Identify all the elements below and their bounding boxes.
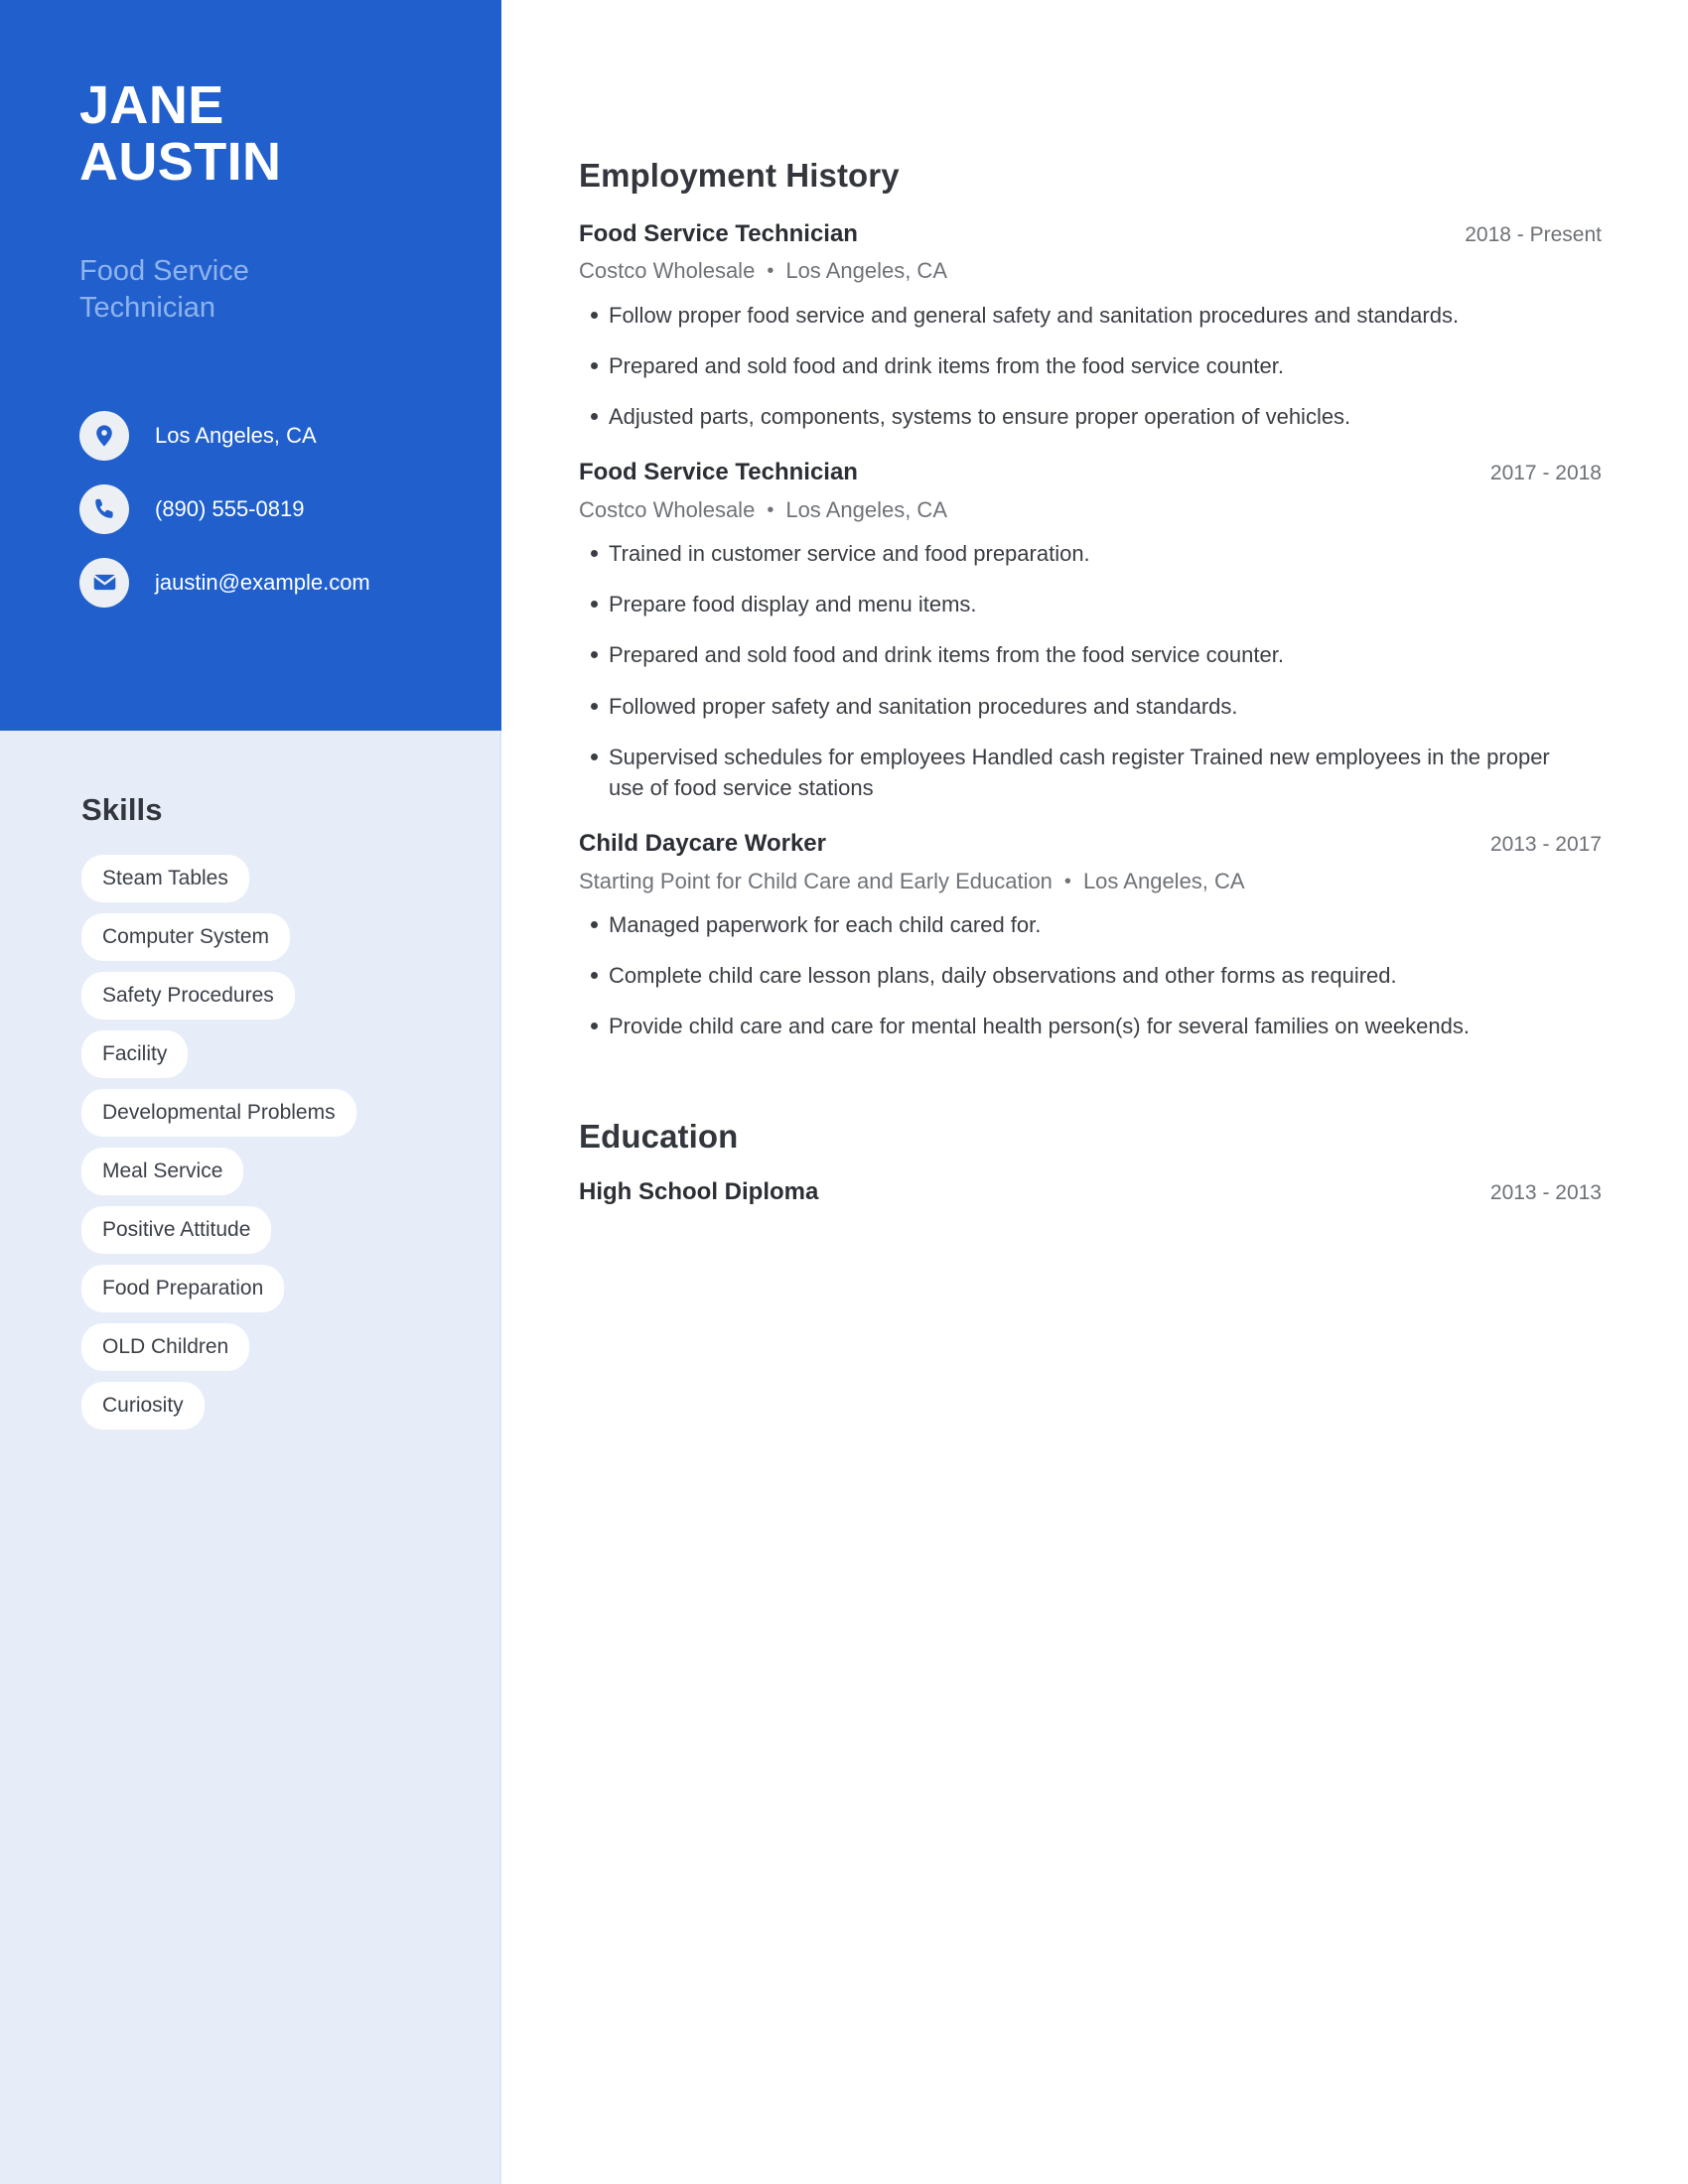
skill-item: Computer System — [81, 913, 479, 972]
skills-heading: Skills — [81, 792, 163, 827]
job-bullet-list: Managed paperwork for each child cared f… — [579, 909, 1602, 1042]
job-bullet: Follow proper food service and general s… — [579, 300, 1562, 331]
contact-phone-text: (890) 555-0819 — [155, 495, 305, 521]
job-dates: 2018 - Present — [1465, 223, 1602, 246]
job-location: Los Angeles, CA — [1082, 868, 1245, 893]
job-company: Costco Wholesale — [579, 496, 756, 522]
education-dates: 2013 - 2013 — [1489, 1180, 1602, 1204]
skill-item: Safety Procedures — [81, 972, 479, 1030]
skill-item: Curiosity — [81, 1382, 479, 1440]
skill-pill: Safety Procedures — [81, 972, 295, 1020]
job-company: Costco Wholesale — [579, 258, 756, 284]
employment-entry-header: Child Daycare Worker 2013 - 2017 — [579, 830, 1602, 858]
skill-item: Facility — [81, 1030, 479, 1089]
envelope-icon — [79, 557, 129, 608]
skill-pill: Steam Tables — [81, 855, 249, 902]
job-role: Food Service Technician — [579, 459, 858, 486]
job-dates: 2013 - 2017 — [1489, 833, 1602, 857]
candidate-name: JANE AUSTIN — [79, 75, 477, 193]
job-bullet: Trained in customer service and food pre… — [579, 538, 1562, 569]
skill-item: Food Preparation — [81, 1265, 479, 1323]
job-title-line-1: Food Service — [79, 255, 249, 287]
skill-pill: Facility — [81, 1030, 189, 1078]
candidate-last-name: AUSTIN — [79, 132, 282, 193]
education-heading: Education — [579, 1117, 739, 1155]
job-meta-separator-icon: • — [1063, 870, 1071, 892]
employment-history-heading: Employment History — [579, 157, 900, 194]
main-content: Employment History Food Service Technici… — [579, 0, 1602, 2184]
job-role: Child Daycare Worker — [579, 830, 826, 858]
phone-icon — [79, 483, 129, 534]
contact-row-location: Los Angeles, CA — [79, 409, 496, 462]
skill-item: Positive Attitude — [81, 1206, 479, 1265]
skill-pill: Computer System — [81, 913, 291, 961]
job-bullet: Prepared and sold food and drink items f… — [579, 639, 1562, 670]
job-bullet: Provide child care and care for mental h… — [579, 1011, 1562, 1041]
skill-pill: OLD Children — [81, 1323, 250, 1371]
job-role: Food Service Technician — [579, 220, 858, 247]
education-degree: High School Diploma — [579, 1177, 819, 1205]
contact-row-phone: (890) 555-0819 — [79, 482, 496, 535]
contact-location-text: Los Angeles, CA — [155, 422, 317, 448]
job-bullet: Managed paperwork for each child cared f… — [579, 909, 1562, 940]
job-bullet: Supervised schedules for employees Handl… — [579, 742, 1562, 803]
job-bullet: Complete child care lesson plans, daily … — [579, 960, 1562, 991]
skill-pill: Meal Service — [81, 1148, 244, 1195]
job-meta-separator-icon: • — [767, 498, 774, 521]
skill-pill: Developmental Problems — [81, 1089, 356, 1137]
job-location: Los Angeles, CA — [785, 496, 947, 522]
job-bullet-list: Follow proper food service and general s… — [579, 300, 1602, 433]
skill-item: Developmental Problems — [81, 1089, 479, 1148]
skill-pill: Food Preparation — [81, 1265, 285, 1312]
skills-list: Steam Tables Computer System Safety Proced… — [81, 855, 479, 1440]
job-meta: Costco Wholesale • Los Angeles, CA — [579, 496, 1602, 522]
skill-pill: Curiosity — [81, 1382, 205, 1430]
employment-entry-header: Food Service Technician 2017 - 2018 — [579, 459, 1602, 486]
job-company: Starting Point for Child Care and Early … — [579, 868, 1053, 893]
employment-entry: Food Service Technician 2017 - 2018 Costco… — [579, 459, 1602, 803]
employment-history-list: Food Service Technician 2018 - Present Cos… — [579, 220, 1602, 1042]
job-location: Los Angeles, CA — [785, 258, 947, 284]
sidebar-header-banner: JANE AUSTIN Food Service Technician Los … — [0, 0, 501, 731]
skills-section: Skills Steam Tables Computer System Safety… — [81, 794, 479, 1440]
job-bullet: Followed proper safety and sanitation pr… — [579, 691, 1562, 722]
job-bullet-list: Trained in customer service and food pre… — [579, 538, 1602, 803]
job-bullet: Prepare food display and menu items. — [579, 589, 1562, 619]
skill-pill: Positive Attitude — [81, 1206, 272, 1254]
job-title-line-2: Technician — [79, 292, 216, 325]
education-entry-header: High School Diploma 2013 - 2013 — [579, 1177, 1602, 1205]
location-pin-icon — [79, 410, 129, 461]
job-meta: Costco Wholesale • Los Angeles, CA — [579, 259, 1602, 283]
skill-item: Meal Service — [81, 1148, 479, 1206]
contact-list: Los Angeles, CA (890) 555-0819 jaustin@e… — [79, 409, 496, 629]
resume-page: JANE AUSTIN Food Service Technician Los … — [0, 0, 1688, 2184]
contact-row-email: jaustin@example.com — [79, 556, 496, 609]
employment-entry: Food Service Technician 2018 - Present Cos… — [579, 220, 1602, 433]
job-bullet: Prepared and sold food and drink items f… — [579, 350, 1562, 381]
job-meta: Starting Point for Child Care and Early … — [579, 868, 1602, 893]
job-meta-separator-icon: • — [767, 260, 774, 283]
education-list: High School Diploma 2013 - 2013 — [579, 1177, 1602, 1205]
employment-entry: Child Daycare Worker 2013 - 2017 Starting … — [579, 830, 1602, 1042]
candidate-first-name: JANE — [79, 75, 224, 135]
employment-entry-header: Food Service Technician 2018 - Present — [579, 220, 1602, 247]
job-dates: 2017 - 2018 — [1489, 462, 1602, 485]
candidate-job-title: Food Service Technician — [79, 253, 477, 328]
skill-item: OLD Children — [81, 1323, 479, 1382]
job-bullet: Adjusted parts, components, systems to e… — [579, 401, 1562, 432]
education-entry: High School Diploma 2013 - 2013 — [579, 1177, 1602, 1205]
sidebar: JANE AUSTIN Food Service Technician Los … — [0, 0, 501, 2184]
contact-email-text: jaustin@example.com — [155, 569, 370, 595]
skill-item: Steam Tables — [81, 855, 479, 913]
